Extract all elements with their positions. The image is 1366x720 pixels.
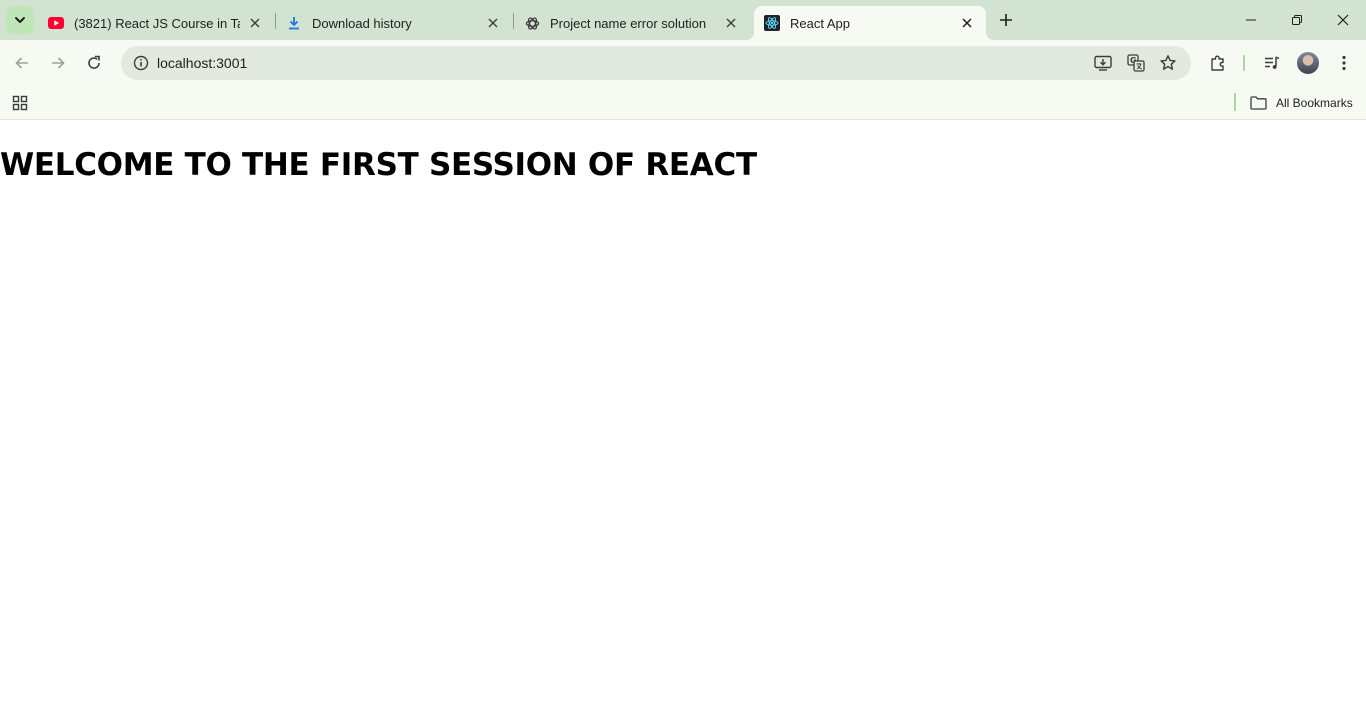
tab-youtube[interactable]: (3821) React JS Course in Tamil <box>38 6 274 40</box>
bookmarks-bar: All Bookmarks <box>0 86 1366 120</box>
url-text[interactable]: localhost:3001 <box>157 55 247 71</box>
reload-button[interactable] <box>80 49 108 77</box>
close-window-button[interactable] <box>1320 0 1366 40</box>
apps-button[interactable] <box>8 91 32 115</box>
all-bookmarks-label: All Bookmarks <box>1276 96 1353 110</box>
tab-title: React App <box>790 15 850 31</box>
restore-icon <box>1292 15 1302 25</box>
minimize-icon <box>1246 19 1256 21</box>
arrow-right-icon <box>52 57 65 69</box>
close-icon <box>1337 14 1349 26</box>
close-tab-icon[interactable] <box>484 14 502 32</box>
page-content: WELCOME TO THE FIRST SESSION OF REACT <box>0 121 1366 720</box>
profile-avatar[interactable] <box>1297 52 1319 74</box>
page-heading: WELCOME TO THE FIRST SESSION OF REACT <box>0 147 757 183</box>
all-bookmarks-button[interactable]: All Bookmarks <box>1250 90 1353 116</box>
react-icon <box>764 15 780 31</box>
puzzle-icon <box>1211 55 1224 71</box>
tab-project-name-error[interactable]: Project name error solution <box>514 6 750 40</box>
folder-icon <box>1250 95 1268 111</box>
browser-menu-button[interactable] <box>1330 49 1358 77</box>
tab-search-button[interactable] <box>6 6 34 34</box>
close-tab-icon[interactable] <box>958 14 976 32</box>
install-app-icon[interactable] <box>1091 51 1115 75</box>
close-tab-icon[interactable] <box>246 14 264 32</box>
tab-download-history[interactable]: Download history <box>276 6 512 40</box>
address-bar[interactable]: localhost:3001 G <box>121 46 1191 80</box>
media-controls-button[interactable] <box>1258 49 1286 77</box>
translate-icon[interactable]: G <box>1124 51 1148 75</box>
forward-button[interactable] <box>44 49 72 77</box>
toolbar-divider <box>1243 55 1245 71</box>
restore-button[interactable] <box>1274 0 1320 40</box>
tab-title: Project name error solution <box>550 15 707 31</box>
youtube-icon <box>48 15 64 31</box>
chatgpt-icon <box>524 15 540 31</box>
tab-strip: (3821) React JS Course in Tamil Download… <box>0 0 1366 40</box>
tab-title: Download history <box>312 15 412 31</box>
close-tab-icon[interactable] <box>722 14 740 32</box>
minimize-button[interactable] <box>1228 0 1274 40</box>
tab-react-app[interactable]: React App <box>746 6 994 40</box>
plus-icon <box>1000 14 1012 26</box>
tab-title: (3821) React JS Course in Tamil <box>74 15 240 31</box>
arrow-left-icon <box>15 57 28 69</box>
media-queue-icon <box>1265 56 1280 69</box>
bookmark-star-icon[interactable] <box>1156 51 1180 75</box>
chevron-down-icon <box>15 17 25 23</box>
back-button[interactable] <box>8 49 36 77</box>
browser-toolbar: localhost:3001 G <box>0 40 1366 86</box>
reload-icon <box>88 55 100 69</box>
more-vertical-icon <box>1342 55 1346 71</box>
extensions-button[interactable] <box>1204 49 1232 77</box>
site-info-icon[interactable] <box>127 49 155 77</box>
download-icon <box>286 15 302 31</box>
apps-grid-icon <box>12 95 28 111</box>
bookmarks-divider <box>1234 93 1236 111</box>
new-tab-button[interactable] <box>994 8 1018 32</box>
